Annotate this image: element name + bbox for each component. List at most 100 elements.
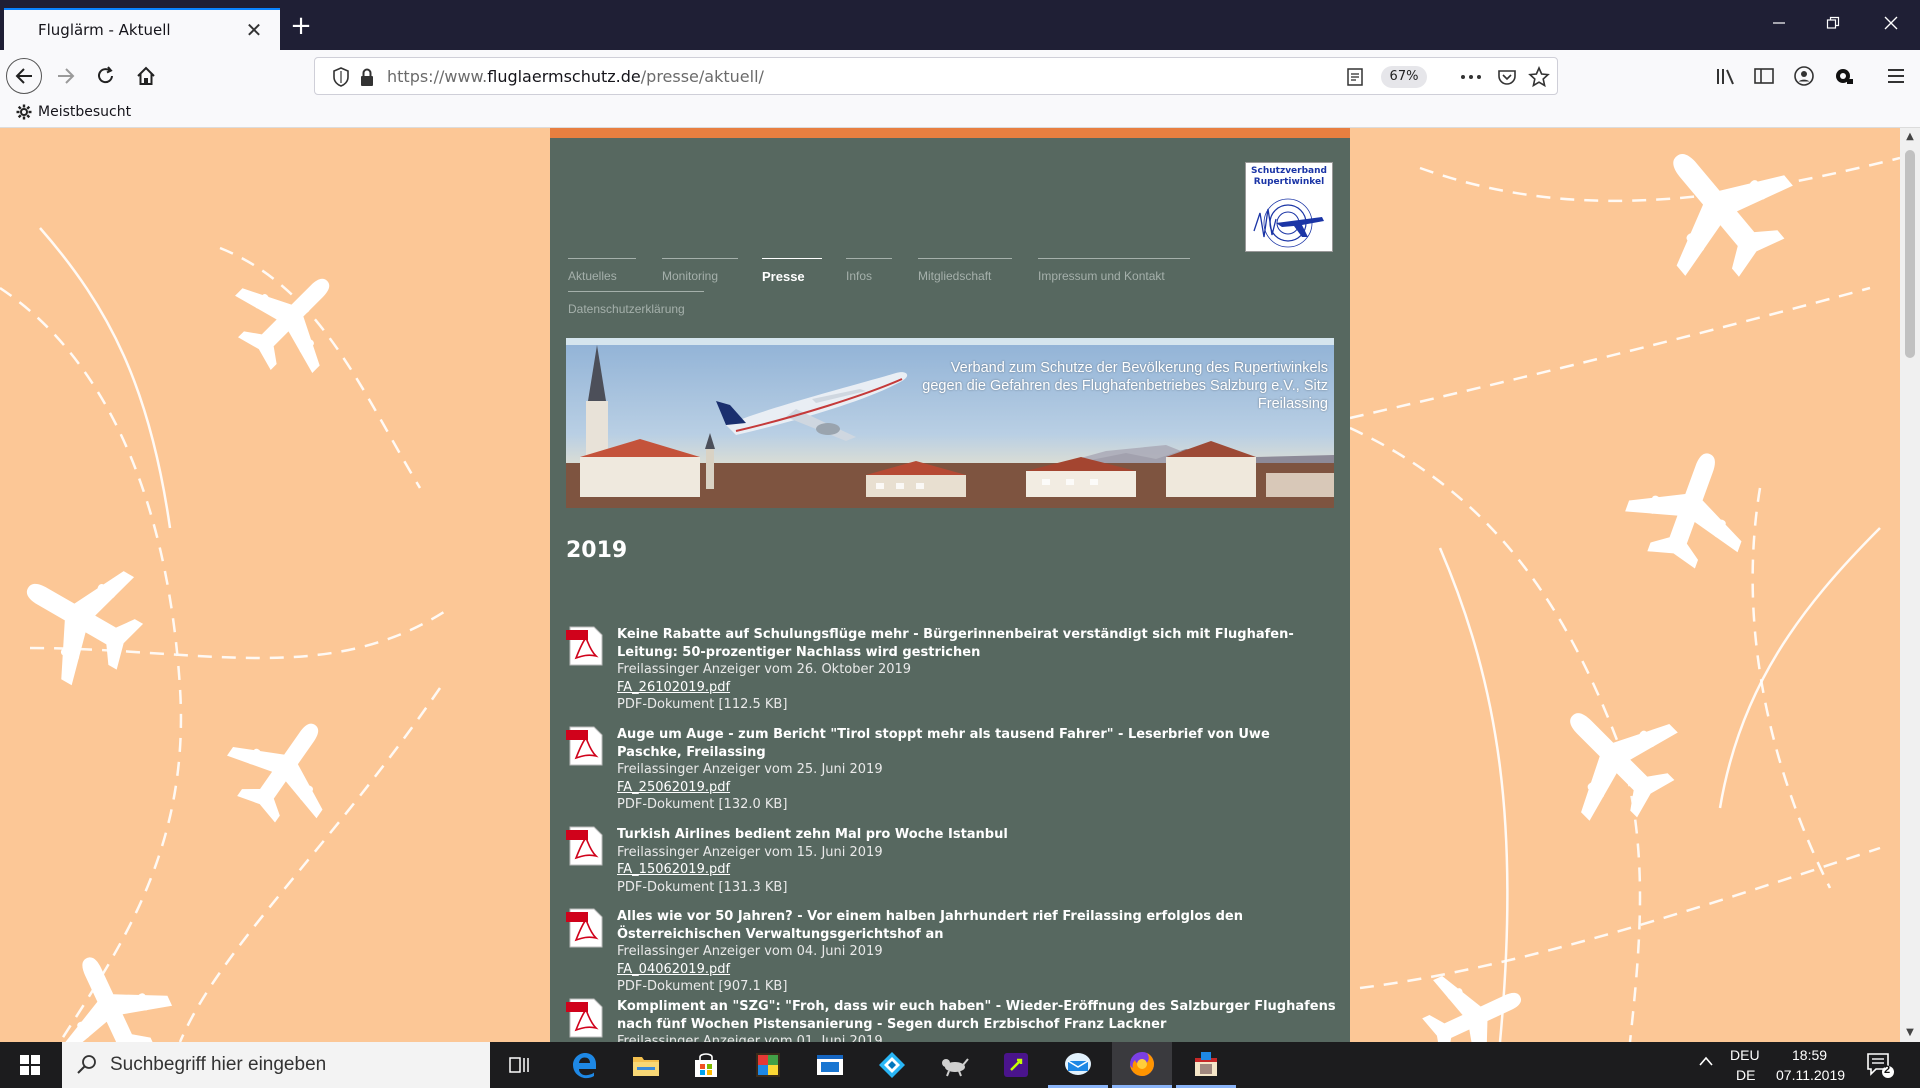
windows-taskbar: Suchbegriff hier eingeben DEU DE 18:59 0… bbox=[0, 1042, 1920, 1088]
diamond-app-icon[interactable] bbox=[862, 1042, 922, 1088]
store-icon[interactable] bbox=[676, 1042, 736, 1088]
reload-icon bbox=[98, 66, 113, 84]
pdf-icon[interactable] bbox=[566, 998, 604, 1038]
forward-button[interactable] bbox=[48, 58, 84, 94]
news-file-size: PDF-Dokument [131.3 KB] bbox=[617, 879, 788, 895]
scrollbar-thumb[interactable] bbox=[1905, 150, 1915, 358]
scroll-up-icon[interactable]: ▲ bbox=[1900, 128, 1920, 146]
content-column: Schutzverband Rupertiwinkel Aktuelles Mo… bbox=[550, 128, 1350, 1042]
banner-text: Verband zum Schutze der Bevölkerung des … bbox=[922, 360, 1328, 412]
back-button[interactable] bbox=[6, 58, 42, 94]
window-close-icon[interactable] bbox=[1868, 10, 1914, 40]
nav-item-impressum[interactable]: Impressum und Kontakt bbox=[1038, 258, 1190, 283]
shield-icon[interactable] bbox=[329, 65, 353, 89]
clock-date[interactable]: 07.11.2019 bbox=[1776, 1067, 1845, 1083]
news-title: Auge um Auge - zum Bericht "Tirol stoppt… bbox=[617, 727, 1270, 760]
sidebar-icon[interactable] bbox=[1748, 60, 1780, 92]
menu-hamburger-icon[interactable] bbox=[1880, 60, 1912, 92]
reader-view-icon[interactable] bbox=[1343, 65, 1367, 89]
news-source: Freilassinger Anzeiger vom 01. Juni 2019 bbox=[617, 1034, 883, 1042]
url-text[interactable]: https://www.fluglaermschutz.de/presse/ak… bbox=[387, 67, 764, 86]
page-viewport[interactable]: Schutzverband Rupertiwinkel Aktuelles Mo… bbox=[0, 128, 1900, 1042]
site-logo[interactable]: Schutzverband Rupertiwinkel bbox=[1245, 162, 1333, 252]
url-bar[interactable]: https://www.fluglaermschutz.de/presse/ak… bbox=[314, 57, 1558, 95]
nav-item-monitoring[interactable]: Monitoring bbox=[662, 258, 738, 283]
clock-time[interactable]: 18:59 bbox=[1792, 1047, 1827, 1063]
pdf-icon[interactable] bbox=[566, 726, 604, 766]
news-source: Freilassinger Anzeiger vom 04. Juni 2019 bbox=[617, 944, 883, 959]
bookmark-most-visited[interactable]: Meistbesucht bbox=[16, 104, 131, 120]
news-file-link[interactable]: FA_25062019.pdf bbox=[617, 779, 730, 797]
news-source: Freilassinger Anzeiger vom 26. Oktober 2… bbox=[617, 662, 912, 677]
library-icon[interactable] bbox=[1710, 60, 1742, 92]
logo-airplane-icon bbox=[1253, 198, 1324, 248]
pdf-icon[interactable] bbox=[566, 826, 604, 866]
news-file-link[interactable]: FA_15062019.pdf bbox=[617, 861, 730, 879]
home-button[interactable] bbox=[128, 58, 164, 94]
news-file-link[interactable]: FA_04062019.pdf bbox=[617, 961, 730, 979]
pdf-icon[interactable] bbox=[566, 908, 604, 948]
navigation-toolbar: https://www.fluglaermschutz.de/presse/ak… bbox=[0, 50, 1920, 102]
lock-icon[interactable] bbox=[355, 65, 379, 89]
new-tab-button[interactable]: + bbox=[286, 12, 316, 42]
news-source: Freilassinger Anzeiger vom 15. Juni 2019 bbox=[617, 844, 883, 860]
pdf-icon[interactable] bbox=[566, 626, 604, 666]
firefox-icon[interactable] bbox=[1112, 1042, 1172, 1088]
search-icon bbox=[77, 1055, 96, 1074]
bookmark-star-icon[interactable] bbox=[1527, 65, 1551, 89]
year-heading: 2019 bbox=[566, 538, 628, 563]
page-scrollbar[interactable]: ▲ ▼ bbox=[1900, 128, 1920, 1042]
reload-button[interactable] bbox=[88, 58, 124, 94]
language-bottom[interactable]: DE bbox=[1736, 1067, 1755, 1083]
file-explorer-icon[interactable] bbox=[616, 1042, 676, 1088]
tab-bar: Fluglärm - Aktuell ✕ + bbox=[0, 0, 1920, 50]
taskbar-search-box[interactable]: Suchbegriff hier eingeben bbox=[62, 1042, 490, 1088]
purple-app-icon[interactable] bbox=[986, 1042, 1046, 1088]
nav-item-infos[interactable]: Infos bbox=[846, 258, 892, 283]
photos-app-icon[interactable] bbox=[738, 1042, 798, 1088]
home-icon bbox=[137, 66, 155, 85]
animal-app-icon[interactable] bbox=[924, 1042, 984, 1088]
bookmarks-toolbar: Meistbesucht bbox=[0, 102, 1920, 128]
minimize-icon[interactable] bbox=[1756, 10, 1802, 40]
restore-icon[interactable] bbox=[1810, 10, 1856, 40]
news-title: Turkish Airlines bedient zehn Mal pro Wo… bbox=[617, 827, 1008, 842]
extension-icon[interactable] bbox=[1828, 60, 1860, 92]
active-tab[interactable]: Fluglärm - Aktuell ✕ bbox=[4, 8, 280, 50]
bookmark-label: Meistbesucht bbox=[38, 104, 132, 120]
notification-count: 2 bbox=[1884, 1064, 1891, 1076]
tab-title: Fluglärm - Aktuell bbox=[38, 21, 171, 39]
account-icon[interactable] bbox=[1788, 60, 1820, 92]
start-button[interactable] bbox=[0, 1042, 60, 1088]
header-banner: Verband zum Schutze der Bevölkerung des … bbox=[566, 338, 1334, 508]
language-top[interactable]: DEU bbox=[1730, 1047, 1760, 1063]
nav-item-mitgliedschaft[interactable]: Mitgliedschaft bbox=[918, 258, 1012, 283]
mail-app-icon[interactable] bbox=[1048, 1042, 1108, 1088]
more-actions-icon[interactable] bbox=[1459, 65, 1483, 89]
news-file-size: PDF-Dokument [112.5 KB] bbox=[617, 697, 788, 712]
gear-icon bbox=[16, 104, 32, 120]
tray-chevron-up-icon[interactable] bbox=[1698, 1054, 1714, 1072]
nav-item-presse[interactable]: Presse bbox=[762, 258, 822, 284]
news-file-size: PDF-Dokument [907.1 KB] bbox=[617, 979, 788, 994]
nav-item-datenschutz[interactable]: Datenschutzerklärung bbox=[568, 291, 704, 316]
windows-logo-icon bbox=[20, 1055, 40, 1075]
logo-text: Schutzverband Rupertiwinkel bbox=[1251, 166, 1327, 187]
window-app-icon[interactable] bbox=[800, 1042, 860, 1088]
search-placeholder: Suchbegriff hier eingeben bbox=[110, 1054, 327, 1075]
forward-arrow-icon bbox=[58, 68, 75, 84]
news-source: Freilassinger Anzeiger vom 25. Juni 2019 bbox=[617, 762, 883, 777]
scroll-down-icon[interactable]: ▼ bbox=[1900, 1024, 1920, 1042]
news-title: Keine Rabatte auf Schulungsflüge mehr - … bbox=[617, 627, 1294, 660]
news-file-link[interactable]: FA_26102019.pdf bbox=[617, 679, 730, 697]
zoom-level-badge[interactable]: 67% bbox=[1381, 66, 1427, 88]
back-arrow-icon bbox=[15, 68, 32, 84]
archive-app-icon[interactable] bbox=[1176, 1042, 1236, 1088]
news-title: Alles wie vor 50 Jahren? - Vor einem hal… bbox=[617, 909, 1243, 942]
pocket-icon[interactable] bbox=[1495, 65, 1519, 89]
tab-close-icon[interactable]: ✕ bbox=[242, 18, 266, 42]
nav-item-aktuelles[interactable]: Aktuelles bbox=[568, 258, 636, 283]
edge-browser-icon[interactable] bbox=[554, 1042, 614, 1088]
task-view-icon[interactable] bbox=[490, 1042, 550, 1088]
news-title: Kompliment an "SZG": "Froh, dass wir euc… bbox=[617, 999, 1336, 1032]
